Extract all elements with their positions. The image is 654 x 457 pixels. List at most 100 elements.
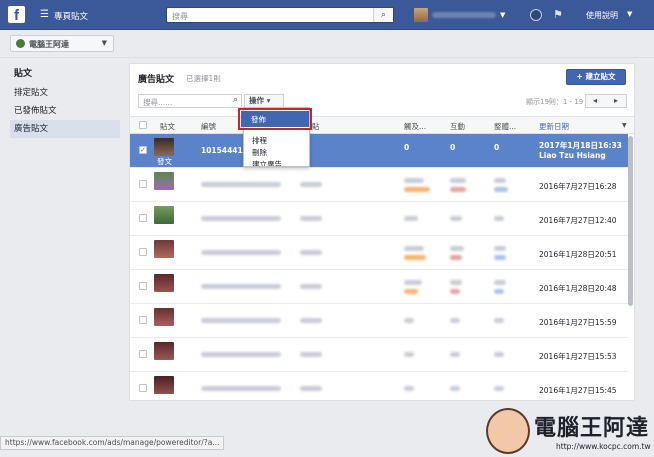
updated-date: 2016年7月27日12:40 — [539, 216, 617, 225]
post-id-blurred — [201, 216, 281, 221]
table-row[interactable]: 2016年1月28日20:51 — [130, 236, 628, 270]
column-header[interactable]: 觸及... — [404, 121, 426, 132]
sort-caret-icon[interactable]: ▼ — [622, 122, 627, 129]
engagement-blurred — [450, 386, 460, 391]
row-checkbox[interactable] — [139, 180, 147, 188]
row-checkbox[interactable]: ✓ — [139, 146, 147, 154]
result-count: 顯示19則：1 - 19 — [526, 98, 584, 106]
row-checkbox[interactable] — [139, 282, 147, 290]
updated-date: 2016年1月27日15:53 — [539, 352, 617, 361]
menu-item-delete[interactable]: 刪除 — [252, 147, 267, 158]
reach-value: 0 — [404, 143, 410, 152]
page-selector-button[interactable]: 電腦王阿達 ▼ — [10, 35, 114, 52]
post-thumbnail — [154, 308, 174, 326]
table-row[interactable]: 2016年1月28日20:48 — [130, 270, 628, 304]
reach-bar — [404, 255, 426, 260]
column-header[interactable]: 編號 — [201, 121, 216, 132]
search-icon[interactable]: ⌕ — [373, 8, 393, 22]
overall-blurred — [494, 318, 504, 323]
sidebar: 貼文 排定貼文 已發佈貼文 廣告貼文 — [10, 66, 120, 138]
help-link[interactable]: 使用說明 — [586, 10, 618, 21]
post-type-blurred — [300, 216, 322, 221]
updated-date: 2016年1月27日15:45 — [539, 386, 617, 395]
post-id-blurred — [201, 284, 281, 289]
column-header[interactable]: 貼 — [312, 121, 320, 132]
actions-dropdown-button[interactable]: 操作 ▾ — [244, 94, 284, 108]
help-chevron-down-icon[interactable]: ▼ — [627, 10, 632, 18]
table-row[interactable]: 2016年7月27日12:40 — [130, 202, 628, 236]
table-row[interactable]: ✓ 發文 1015444157 0 0 0 2017年1月18日16:33 Li… — [130, 134, 628, 168]
post-thumbnail — [154, 376, 174, 394]
facebook-logo-icon[interactable]: f — [8, 6, 25, 24]
updated-date: 2016年1月27日15:59 — [539, 318, 617, 327]
menu-item-publish[interactable]: 發佈 — [251, 114, 266, 125]
column-header-sorted[interactable]: 更新日期 — [539, 121, 569, 132]
sidebar-item-ad-posts[interactable]: 廣告貼文 — [10, 120, 120, 138]
table-row[interactable]: 2016年1月27日15:45 — [130, 372, 628, 400]
watermark-url: http://www.kocpc.com.tw — [556, 442, 651, 451]
search-placeholder: 搜尋 — [172, 12, 188, 21]
engagement-bar — [450, 187, 466, 192]
row-checkbox[interactable] — [139, 316, 147, 324]
overall-value: 0 — [494, 143, 500, 152]
reach-blurred — [404, 246, 424, 251]
row-checkbox[interactable] — [139, 350, 147, 358]
row-checkbox[interactable] — [139, 214, 147, 222]
row-checkbox[interactable] — [139, 248, 147, 256]
sidebar-item-scheduled[interactable]: 排定貼文 — [10, 84, 120, 102]
selection-count: 已選擇1則 — [186, 74, 221, 83]
reach-blurred — [404, 318, 414, 323]
column-header[interactable]: 貼文 — [160, 121, 175, 132]
engagement-blurred — [450, 352, 460, 357]
table-row[interactable]: 2016年7月27日16:28 — [130, 168, 628, 202]
reach-blurred — [404, 386, 414, 391]
row-checkbox[interactable] — [139, 384, 147, 392]
search-input[interactable]: 搜尋 ⌕ — [166, 7, 394, 23]
table-header: 貼文 編號 貼 觸及... 互動 整體... 更新日期 ▼ — [130, 116, 634, 134]
table-row[interactable]: 2016年1月27日15:59 — [130, 304, 628, 338]
search-icon[interactable]: ⌕ — [233, 95, 238, 105]
create-post-button[interactable]: + 建立貼文 — [566, 69, 626, 85]
pagination: ◂ ▸ — [585, 94, 627, 108]
annotation-highlight-box — [238, 108, 312, 130]
overall-bar — [494, 289, 504, 294]
globe-icon[interactable] — [530, 9, 542, 21]
user-name-blurred — [432, 12, 496, 18]
post-search-placeholder: 搜尋...... — [143, 98, 173, 107]
overall-blurred — [494, 178, 506, 183]
menu-item-schedule[interactable]: 排程 — [252, 135, 267, 146]
menu-icon[interactable]: ☰ — [40, 9, 49, 20]
select-all-checkbox[interactable] — [139, 121, 147, 129]
chevron-right-icon[interactable]: ▸ — [614, 96, 618, 105]
post-id-blurred — [201, 250, 281, 255]
updated-date: 2016年7月27日16:28 — [539, 182, 617, 191]
post-type-blurred — [300, 352, 322, 357]
chevron-down-icon[interactable]: ▼ — [500, 8, 505, 22]
post-id-blurred — [201, 352, 281, 357]
page-title: 專頁貼文 — [54, 12, 89, 22]
sidebar-heading[interactable]: 貼文 — [14, 66, 120, 79]
table-row[interactable]: 2016年1月27日15:53 — [130, 338, 628, 372]
engagement-blurred — [450, 216, 462, 221]
scrollbar[interactable] — [628, 136, 633, 306]
top-bar: f ☰ 專頁貼文 搜尋 ⌕ ▼ ⚑ 使用說明 ▼ — [0, 0, 654, 30]
user-menu[interactable]: ▼ — [414, 8, 510, 22]
post-type-blurred — [300, 318, 322, 323]
engagement-bar — [450, 255, 462, 260]
flag-icon[interactable]: ⚑ — [553, 8, 563, 21]
posts-panel: 廣告貼文 已選擇1則 + 建立貼文 搜尋...... ⌕ 操作 ▾ 顯示19則：… — [129, 63, 635, 401]
column-header[interactable]: 整體... — [494, 121, 516, 132]
post-search-input[interactable]: 搜尋...... ⌕ — [138, 94, 242, 108]
post-thumbnail — [154, 274, 174, 292]
overall-bar — [494, 187, 508, 192]
column-header[interactable]: 互動 — [450, 121, 465, 132]
reach-bar — [404, 187, 430, 192]
chevron-left-icon[interactable]: ◂ — [593, 96, 597, 105]
status-bar-url: https://www.facebook.com/ads/manage/powe… — [0, 436, 225, 450]
watermark-title: 電腦王阿達 — [534, 416, 650, 441]
post-id-blurred — [201, 318, 281, 323]
post-id-blurred — [201, 182, 281, 187]
overall-blurred — [494, 280, 506, 285]
menu-item-create-ad[interactable]: 建立廣告 — [252, 159, 282, 166]
sidebar-item-published[interactable]: 已發佈貼文 — [10, 102, 120, 120]
